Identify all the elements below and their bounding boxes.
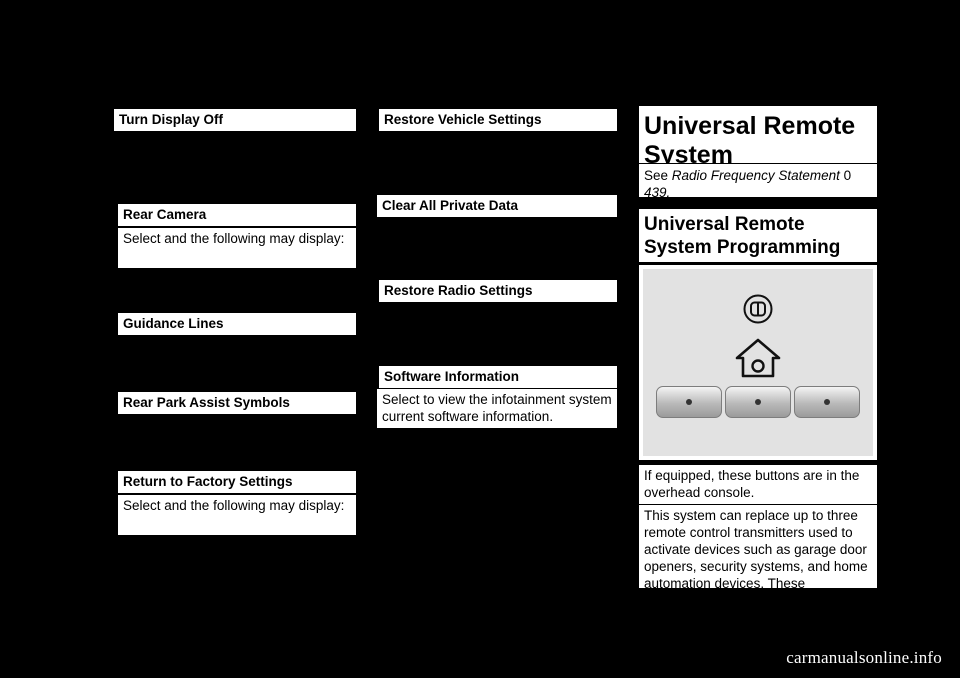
console-button-2[interactable] — [725, 386, 791, 418]
console-button-row — [656, 386, 860, 418]
section-heading-rear-camera: Rear Camera — [118, 204, 356, 227]
remote-transmitter-icon — [743, 294, 773, 324]
see-prefix: See — [644, 168, 672, 183]
figure-overhead-console — [639, 265, 877, 460]
see-reference: Radio Frequency Statement — [671, 168, 840, 183]
see-page-number: 439. — [644, 185, 671, 200]
figure-caption: If equipped, these buttons are in the ov… — [639, 465, 877, 504]
section-heading-rear-park-assist-symbols: Rear Park Assist Symbols — [118, 392, 356, 415]
section-heading-turn-display-off: Turn Display Off — [114, 109, 356, 132]
console-button-3[interactable] — [794, 386, 860, 418]
section-heading-software-information: Software Information — [379, 366, 617, 389]
section-heading-guidance-lines: Guidance Lines — [118, 313, 356, 336]
section-body-universal-remote-paragraph: This system can replace up to three remo… — [639, 505, 877, 591]
page-symbol-icon: 0 — [843, 168, 852, 183]
house-icon — [735, 338, 781, 378]
section-heading-return-to-factory-settings: Return to Factory Settings — [118, 471, 356, 494]
page-title: Universal Remote System — [639, 106, 877, 169]
section-body-rear-camera: Select and the following may display: — [118, 228, 356, 268]
section-heading-restore-radio-settings: Restore Radio Settings — [379, 280, 617, 303]
section-heading-universal-remote-system-programming: Universal Remote System Programming — [639, 209, 877, 262]
section-body-return-to-factory-settings: Select and the following may display: — [118, 495, 356, 535]
watermark: carmanualsonline.info — [786, 648, 942, 667]
section-heading-clear-all-private-data: Clear All Private Data — [377, 195, 617, 218]
console-button-1[interactable] — [656, 386, 722, 418]
figure-image — [643, 269, 873, 456]
section-heading-restore-vehicle-settings: Restore Vehicle Settings — [379, 109, 617, 132]
manual-page: Turn Display Off Rear Camera Select and … — [0, 0, 960, 678]
cross-reference-radio-frequency-statement: See Radio Frequency Statement 0 439. — [639, 164, 877, 200]
section-body-software-information: Select to view the infotainment system c… — [377, 389, 617, 428]
